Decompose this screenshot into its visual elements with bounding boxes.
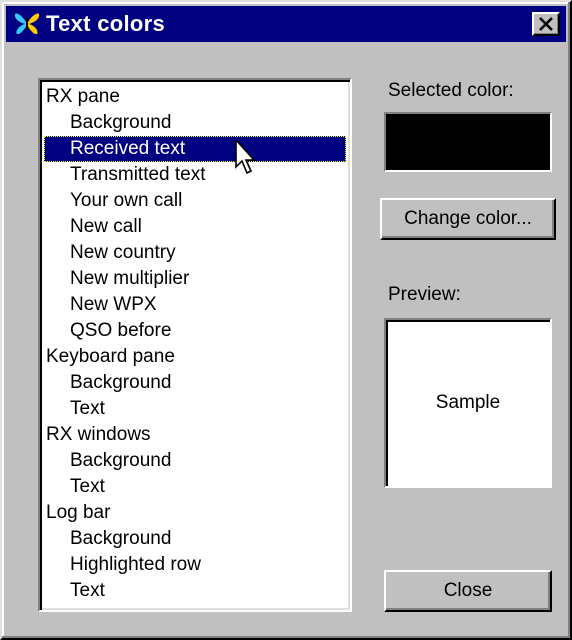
list-item[interactable]: New multiplier — [44, 266, 346, 292]
selected-color-label: Selected color: — [388, 80, 514, 101]
mouse-pointer-icon — [235, 137, 259, 182]
list-item[interactable]: Your own call — [44, 188, 346, 214]
list-item[interactable]: Text — [44, 396, 346, 422]
list-item[interactable]: RX windows — [44, 422, 346, 448]
color-element-list: RX pane Background Received text Transmitte… — [44, 84, 346, 604]
list-item[interactable]: New call — [44, 214, 346, 240]
list-item[interactable]: Background — [44, 370, 346, 396]
preview-label: Preview: — [388, 284, 461, 305]
list-item[interactable]: Transmitted text — [44, 162, 346, 188]
list-item[interactable]: Log bar — [44, 500, 346, 526]
title-bar[interactable]: Text colors — [6, 6, 566, 42]
list-item[interactable]: Highlighted row — [44, 552, 346, 578]
color-element-listbox[interactable]: RX pane Background Received text Transmitte… — [38, 78, 352, 612]
list-item[interactable]: Background — [44, 526, 346, 552]
close-button[interactable]: Close — [384, 570, 552, 612]
list-item[interactable]: Text — [44, 474, 346, 500]
list-item[interactable]: RX pane — [44, 84, 346, 110]
preview-box: Sample — [384, 318, 552, 488]
selected-color-swatch — [384, 112, 552, 172]
list-item[interactable]: Received text — [44, 136, 346, 162]
list-item[interactable]: QSO before — [44, 318, 346, 344]
preview-sample-text: Sample — [435, 392, 501, 413]
close-x-button[interactable] — [532, 12, 560, 36]
list-item[interactable]: Text — [44, 578, 346, 604]
list-item[interactable]: Background — [44, 110, 346, 136]
list-item[interactable]: New WPX — [44, 292, 346, 318]
butterfly-icon — [14, 12, 40, 36]
window-title: Text colors — [46, 11, 166, 36]
text-colors-dialog: Text colors RX pane Background Received te… — [0, 0, 572, 640]
list-item[interactable]: New country — [44, 240, 346, 266]
list-item[interactable]: Keyboard pane — [44, 344, 346, 370]
list-item[interactable]: Background — [44, 448, 346, 474]
change-color-button[interactable]: Change color... — [380, 198, 556, 240]
